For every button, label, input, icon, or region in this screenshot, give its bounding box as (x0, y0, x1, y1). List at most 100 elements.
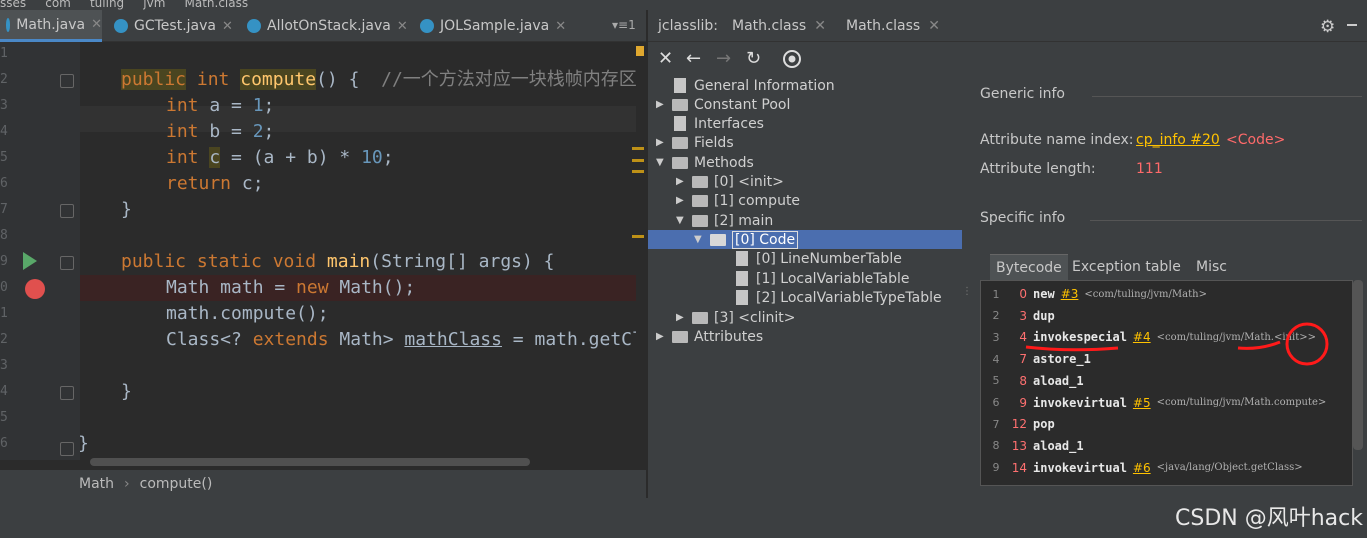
tree-node-constant-pool[interactable]: ▶ Constant Pool (656, 95, 790, 114)
jclasslib-tab-bar: jclasslib: Math.class ✕ Math.class ✕ ⚙ (648, 10, 1367, 42)
tree-node-label: General Information (694, 77, 835, 94)
java-file-icon (114, 19, 128, 33)
close-icon[interactable]: ✕ (397, 19, 408, 34)
error-stripe-marker[interactable] (632, 170, 644, 173)
tree-node-interfaces[interactable]: Interfaces (656, 114, 764, 133)
close-icon[interactable]: ✕ (928, 18, 940, 34)
divider (1092, 96, 1362, 97)
java-file-icon (247, 19, 261, 33)
java-file-icon (420, 19, 434, 33)
tree-node-attributes[interactable]: ▶ Attributes (656, 327, 763, 346)
tree-node-general-information[interactable]: General Information (656, 76, 835, 95)
editor-vertical-scrollbar[interactable] (636, 42, 646, 460)
collapse-arrow-icon[interactable]: ▼ (676, 215, 688, 226)
fold-marker[interactable] (60, 386, 74, 400)
tab-math-class-1[interactable]: Math.class ✕ (732, 10, 826, 42)
breadcrumb-class[interactable]: Math (79, 476, 114, 492)
cp-info-link[interactable]: cp_info #20 (1136, 132, 1220, 148)
tree-node-local-variable-type-table[interactable]: [2] LocalVariableTypeTable (718, 288, 942, 307)
globe-icon[interactable] (783, 50, 801, 68)
code-line: return c; (166, 173, 264, 194)
status-bar (0, 498, 1367, 538)
fold-marker[interactable] (60, 204, 74, 218)
back-arrow-icon[interactable]: ← (686, 48, 701, 69)
folder-icon (692, 175, 708, 188)
tree-node-clinit[interactable]: ▶ [3] <clinit> (676, 308, 795, 327)
tree-node-method-init[interactable]: ▶ [0] <init> (676, 172, 784, 191)
tab-label: GCTest.java (134, 18, 216, 34)
code-line: } (80, 431, 89, 457)
forward-arrow-icon[interactable]: → (716, 48, 731, 69)
generic-info-heading: Generic info (980, 86, 1065, 102)
collapse-arrow-icon[interactable]: ▼ (694, 234, 706, 245)
tab-math-java[interactable]: Math.java ✕ (0, 10, 102, 42)
collapse-arrow-icon[interactable]: ▼ (656, 157, 668, 168)
jclasslib-title: jclasslib: (658, 18, 719, 34)
tab-overflow-menu[interactable]: ▾≡1 (612, 18, 636, 32)
tab-allotonstack-java[interactable]: AllotOnStack.java ✕ (241, 10, 411, 42)
breakpoint-icon[interactable] (24, 278, 46, 300)
code-line: int b = 2; (166, 121, 275, 142)
top-breadcrumb-item[interactable]: jvm (143, 0, 165, 10)
expand-arrow-icon[interactable]: ▶ (676, 195, 688, 206)
tab-label: Math.java (16, 16, 86, 33)
close-icon[interactable]: ✕ (814, 18, 826, 34)
top-breadcrumb-item[interactable]: Math.class (184, 0, 248, 10)
code-area[interactable]: public int compute() { //一个方法对应一块栈帧内存区域 … (80, 42, 636, 460)
file-icon (674, 116, 686, 131)
file-icon (736, 271, 748, 286)
tab-math-class-2[interactable]: Math.class ✕ (846, 10, 940, 42)
line-number: 5 (0, 150, 8, 165)
fold-marker[interactable] (60, 442, 74, 456)
expand-arrow-icon[interactable]: ▶ (656, 137, 668, 148)
file-icon (674, 78, 686, 93)
expand-arrow-icon[interactable]: ▶ (656, 99, 668, 110)
warning-marker[interactable] (636, 46, 644, 56)
folder-icon (672, 330, 688, 343)
tree-node-label: Attributes (694, 328, 764, 345)
tab-jolsample-java[interactable]: JOLSample.java ✕ (414, 10, 574, 42)
error-stripe-marker[interactable] (632, 159, 644, 162)
breadcrumb-method[interactable]: compute() (140, 476, 213, 492)
folder-icon (692, 311, 708, 324)
hand-drawn-annotation (1025, 322, 1329, 366)
tree-node-method-compute[interactable]: ▶ [1] compute (676, 191, 800, 210)
fold-marker[interactable] (60, 256, 74, 270)
error-stripe-marker[interactable] (632, 235, 644, 238)
hide-panel-icon[interactable] (1345, 18, 1359, 32)
tree-node-code[interactable]: ▼ [0] Code (694, 230, 799, 249)
top-breadcrumb-item[interactable]: tuling (90, 0, 124, 10)
top-breadcrumb-item[interactable]: com (45, 0, 71, 10)
expand-arrow-icon[interactable]: ▶ (676, 176, 688, 187)
splitter-handle[interactable]: ⋮ (962, 286, 972, 304)
specific-info-heading: Specific info (980, 210, 1066, 226)
fold-marker[interactable] (60, 74, 74, 88)
tree-node-line-number-table[interactable]: [0] LineNumberTable (718, 249, 902, 268)
folder-icon (672, 156, 688, 169)
tree-node-label: Fields (694, 134, 734, 151)
gear-icon[interactable]: ⚙ (1320, 17, 1335, 37)
close-icon[interactable]: ✕ (91, 17, 102, 32)
error-stripe-marker[interactable] (632, 147, 644, 150)
expand-arrow-icon[interactable]: ▶ (676, 312, 688, 323)
editor-horizontal-scrollbar[interactable] (90, 458, 530, 466)
close-icon[interactable]: ✕ (658, 48, 673, 69)
run-icon[interactable] (22, 252, 38, 270)
top-breadcrumb-item[interactable]: sses (0, 0, 26, 10)
tree-node-method-main[interactable]: ▼ [2] main (676, 211, 773, 230)
tree-node-methods[interactable]: ▼ Methods (656, 153, 754, 172)
close-icon[interactable]: ✕ (222, 19, 233, 34)
tree-node-fields[interactable]: ▶ Fields (656, 133, 734, 152)
folder-icon (710, 233, 726, 246)
line-number: 1 (0, 46, 8, 61)
tree-node-local-variable-table[interactable]: [1] LocalVariableTable (718, 269, 909, 288)
bytecode-panel: Bytecode Exception table Misc 1 0 new #3 <co… (980, 254, 1363, 486)
class-structure-tree: General Information ▶ Constant Pool Inter… (648, 74, 972, 498)
code-line: } (121, 381, 132, 402)
close-icon[interactable]: ✕ (555, 19, 566, 34)
code-line: Math math = new Math(); (166, 277, 416, 298)
expand-arrow-icon[interactable]: ▶ (656, 331, 668, 342)
refresh-icon[interactable]: ↻ (746, 48, 761, 69)
jclasslib-panel: jclasslib: Math.class ✕ Math.class ✕ ⚙ ✕… (648, 10, 1367, 498)
tab-gctest-java[interactable]: GCTest.java ✕ (108, 10, 238, 42)
